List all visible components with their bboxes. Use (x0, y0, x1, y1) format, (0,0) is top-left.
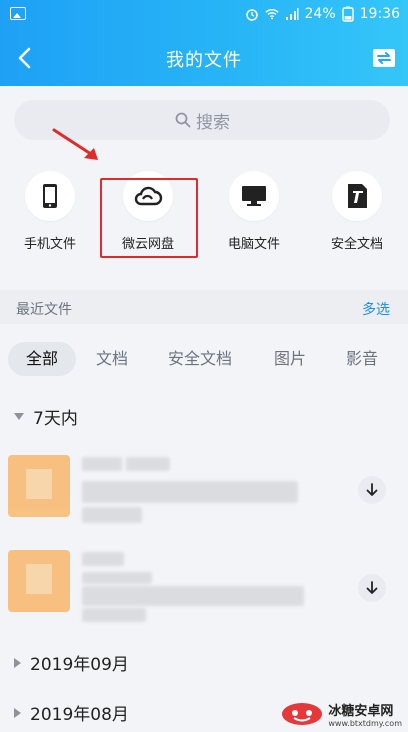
transfer-button[interactable] (370, 44, 398, 72)
group-2019-09[interactable]: 2019年09月 (14, 650, 129, 675)
download-button[interactable] (358, 574, 386, 602)
watermark-text-block: 冰糖安卓网 www.btxtdmy.com (328, 700, 402, 728)
download-arrow-icon (366, 581, 378, 594)
expand-down-icon (14, 413, 24, 420)
quick-label: 电脑文件 (227, 237, 280, 252)
blurred-content (82, 572, 152, 584)
alarm-icon (245, 9, 258, 21)
download-button[interactable] (358, 476, 386, 504)
clock-text: 19:36 (359, 6, 400, 22)
group-2019-08[interactable]: 2019年08月 (14, 700, 129, 725)
recent-section-header: 最近文件 多选 (0, 290, 408, 324)
quick-label: 安全文档 (330, 237, 383, 252)
annotation-arrow-icon (52, 128, 98, 160)
quick-access-row: 手机文件 微云网盘 电脑文件 安全文档 (0, 168, 408, 258)
quick-icon-wrap (332, 171, 382, 221)
blurred-content (82, 457, 122, 471)
group-7-days[interactable]: 7天内 (14, 404, 78, 429)
quick-label: 手机文件 (23, 237, 76, 252)
wifi-icon (264, 9, 279, 20)
blurred-content (82, 507, 142, 523)
tab-images[interactable]: 图片 (274, 342, 306, 376)
transfer-icon (373, 49, 395, 67)
watermark-logo-icon (282, 703, 323, 725)
search-placeholder: 搜索 (196, 112, 230, 133)
tab-secure-documents[interactable]: 安全文档 (168, 342, 232, 376)
monitor-icon (242, 186, 266, 206)
expand-right-icon (14, 707, 21, 718)
tab-media[interactable]: 影音 (346, 342, 378, 376)
quick-item-phone-files[interactable]: 手机文件 (0, 168, 100, 258)
battery-text: 24% (304, 6, 336, 22)
blurred-content (82, 608, 146, 622)
recent-title: 最近文件 (16, 302, 72, 318)
blurred-content (82, 586, 304, 606)
tab-documents[interactable]: 文档 (96, 342, 128, 376)
multi-select-button[interactable]: 多选 (362, 299, 390, 319)
watermark-url: www.btxtdmy.com (328, 719, 402, 728)
filter-tabs: 全部 文档 安全文档 图片 影音 (0, 336, 408, 380)
watermark: 冰糖安卓网 www.btxtdmy.com (280, 700, 402, 728)
highlight-box (100, 178, 198, 258)
list-item[interactable] (0, 455, 408, 535)
tab-all[interactable]: 全部 (8, 342, 77, 376)
page-title: 我的文件 (166, 50, 242, 71)
secure-doc-icon (348, 184, 367, 208)
title-row: 我的文件 (0, 36, 408, 80)
quick-icon-wrap (229, 171, 279, 221)
watermark-text: 冰糖安卓网 (328, 704, 394, 719)
blurred-content (82, 552, 124, 566)
expand-right-icon (14, 657, 21, 668)
phone-icon (43, 184, 57, 208)
file-thumbnail (8, 455, 70, 517)
gallery-icon (10, 7, 26, 20)
battery-icon (341, 6, 354, 22)
search-icon (175, 112, 191, 128)
group-label: 7天内 (33, 409, 78, 429)
file-thumbnail (8, 550, 70, 612)
signal-icon (285, 8, 299, 20)
quick-item-secure-docs[interactable]: 安全文档 (307, 168, 407, 258)
download-arrow-icon (366, 483, 378, 496)
quick-icon-wrap (25, 171, 75, 221)
list-item[interactable] (0, 550, 408, 630)
quick-item-pc-files[interactable]: 电脑文件 (204, 168, 304, 258)
header: 24% 19:36 我的文件 (0, 0, 408, 86)
blurred-content (82, 481, 298, 503)
group-label: 2019年08月 (30, 705, 129, 725)
group-label: 2019年09月 (30, 655, 129, 675)
status-right: 24% 19:36 (245, 6, 400, 22)
status-bar: 24% 19:36 (0, 0, 408, 30)
blurred-content (126, 457, 170, 471)
